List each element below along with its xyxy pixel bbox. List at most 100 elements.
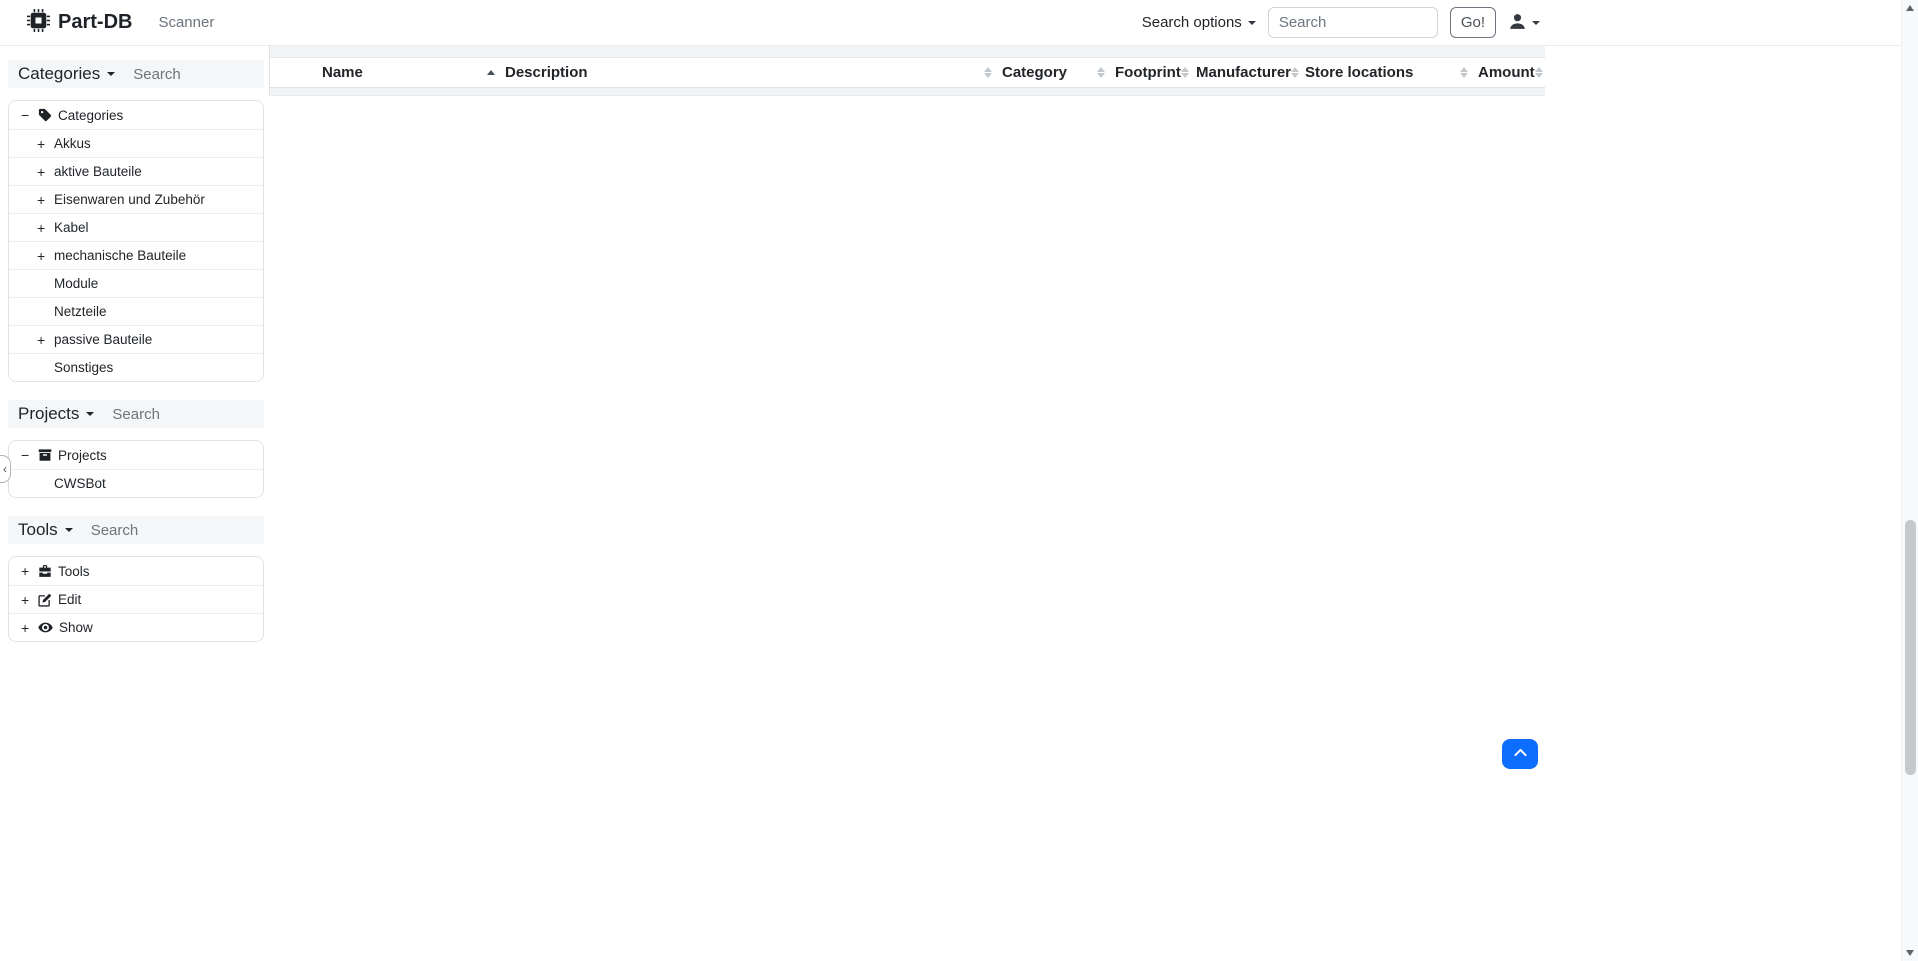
caret-down-icon xyxy=(1248,21,1256,25)
sort-desc-icon xyxy=(1097,73,1105,78)
sort-asc-icon xyxy=(1097,67,1105,72)
projects-dropdown-button[interactable]: Projects xyxy=(18,404,94,424)
column-header-category[interactable]: Category xyxy=(1002,58,1115,87)
tree-expander: + xyxy=(37,248,54,264)
categories-panel-title: Categories xyxy=(18,64,100,84)
archive-icon xyxy=(38,448,52,462)
sidebar-item-akkus[interactable]: +Akkus xyxy=(9,129,263,157)
sidebar-item-passive-bauteile[interactable]: +passive Bauteile xyxy=(9,325,263,353)
thumbnail-column-header xyxy=(292,58,322,87)
caret-down-icon xyxy=(1532,21,1540,25)
table-header-row: NameDescription Category Footprint Manufact… xyxy=(270,58,1545,88)
tools-dropdown-button[interactable]: Tools xyxy=(18,520,73,540)
tree-expander: − xyxy=(21,107,38,123)
sort-desc-icon xyxy=(1291,73,1299,78)
column-header-name[interactable]: Name xyxy=(322,58,505,87)
go-button[interactable]: Go! xyxy=(1450,7,1496,38)
sidebar-item-netzteile[interactable]: Netzteile xyxy=(9,297,263,325)
sidebar-item-edit[interactable]: +Edit xyxy=(9,585,263,613)
tree-expander: − xyxy=(21,447,38,463)
navbar: Part-DB Scanner Search options Go! xyxy=(0,0,1918,46)
projects-search-input[interactable] xyxy=(112,406,222,423)
tag-icon xyxy=(38,108,52,122)
scrollbar-thumb[interactable] xyxy=(1905,520,1916,775)
sort-icon xyxy=(1291,67,1299,79)
sort-desc-icon xyxy=(984,73,992,78)
column-header-manufacturer[interactable]: Manufacturer xyxy=(1196,58,1305,87)
table-body xyxy=(270,88,1545,96)
sidebar-item-sonstiges[interactable]: Sonstiges xyxy=(9,353,263,381)
tree-expander: + xyxy=(37,164,54,180)
sidebar: Categories−Categories+Akkus+aktive Baute… xyxy=(8,60,264,660)
caret-down-icon xyxy=(86,412,94,416)
column-header-store-locations[interactable]: Store locations xyxy=(1305,58,1478,87)
sidebar-item-label: Categories xyxy=(58,108,123,123)
sidebar-item-module[interactable]: Module xyxy=(9,269,263,297)
tools-panel-header: Tools xyxy=(8,516,264,544)
sidebar-item-cwsbot[interactable]: CWSBot xyxy=(9,469,263,497)
eye-icon xyxy=(38,620,53,635)
scroll-to-top-button[interactable] xyxy=(1502,739,1538,769)
column-header-footprint[interactable]: Footprint xyxy=(1115,58,1196,87)
sidebar-item-aktive-bauteile[interactable]: +aktive Bauteile xyxy=(9,157,263,185)
categories-search-input[interactable] xyxy=(133,66,243,83)
tools-search-input[interactable] xyxy=(91,522,201,539)
toolbox-icon xyxy=(38,564,52,578)
sort-asc-icon xyxy=(1535,67,1543,72)
navbar-right: Search options Go! xyxy=(1142,0,1540,45)
sidebar-item-eisenwaren-und-zubeh-r[interactable]: +Eisenwaren und Zubehör xyxy=(9,185,263,213)
column-header-label: Footprint xyxy=(1115,64,1181,81)
caret-down-icon xyxy=(107,72,115,76)
tools-panel-title: Tools xyxy=(18,520,58,540)
chevron-left-icon: ‹ xyxy=(3,462,7,476)
sidebar-item-label: mechanische Bauteile xyxy=(54,248,186,263)
person-icon xyxy=(1508,12,1527,34)
sidebar-item-label: aktive Bauteile xyxy=(54,164,142,179)
projects-tree: −ProjectsCWSBot xyxy=(8,440,264,498)
tools-tree: +Tools+Edit+Show xyxy=(8,556,264,642)
user-menu-button[interactable] xyxy=(1508,12,1540,34)
categories-tree: −Categories+Akkus+aktive Bauteile+Eisenw… xyxy=(8,100,264,382)
tree-expander: + xyxy=(37,220,54,236)
search-options-button[interactable]: Search options xyxy=(1142,14,1256,31)
scrollbar-up-arrow[interactable] xyxy=(1906,5,1914,11)
sort-asc-icon xyxy=(1181,67,1189,72)
column-header-label: Category xyxy=(1002,64,1067,81)
tree-expander: + xyxy=(37,332,54,348)
parts-table: NameDescription Category Footprint Manufact… xyxy=(269,46,1545,96)
sort-icon xyxy=(1097,67,1105,79)
projects-panel-header: Projects xyxy=(8,400,264,428)
sort-asc-icon xyxy=(1291,67,1299,72)
sort-icon xyxy=(984,67,992,79)
categories-dropdown-button[interactable]: Categories xyxy=(18,64,115,84)
window-scrollbar xyxy=(1901,0,1918,961)
sidebar-item-label: Netzteile xyxy=(54,304,107,319)
sidebar-item-projects[interactable]: −Projects xyxy=(9,441,263,469)
sidebar-item-label: Show xyxy=(59,620,93,635)
pencil-square-icon xyxy=(38,593,52,607)
sort-asc-icon xyxy=(487,70,495,75)
sort-icon xyxy=(1535,67,1543,79)
column-header-label: Store locations xyxy=(1305,64,1413,81)
global-search-input[interactable] xyxy=(1268,7,1438,38)
column-header-amount[interactable]: Amount xyxy=(1478,58,1544,87)
nav-item-scanner[interactable]: Scanner xyxy=(158,14,214,31)
column-header-description[interactable]: Description xyxy=(505,58,1002,87)
sidebar-item-mechanische-bauteile[interactable]: +mechanische Bauteile xyxy=(9,241,263,269)
sidebar-item-tools[interactable]: +Tools xyxy=(9,557,263,585)
tree-expander: + xyxy=(21,563,38,579)
column-header-label: Description xyxy=(505,64,588,81)
sidebar-item-label: passive Bauteile xyxy=(54,332,152,347)
sidebar-item-show[interactable]: +Show xyxy=(9,613,263,641)
cpu-icon xyxy=(27,9,50,37)
column-header-label: Amount xyxy=(1478,64,1535,81)
tree-expander: + xyxy=(37,192,54,208)
sidebar-item-kabel[interactable]: +Kabel xyxy=(9,213,263,241)
search-options-label: Search options xyxy=(1142,14,1242,31)
sidebar-item-label: Sonstiges xyxy=(54,360,113,375)
collapse-sidebar-handle[interactable]: ‹ xyxy=(0,455,11,483)
sidebar-item-categories[interactable]: − Categories xyxy=(9,101,263,129)
sort-asc-icon xyxy=(984,67,992,72)
app-brand[interactable]: Part-DB xyxy=(27,9,132,37)
scrollbar-down-arrow[interactable] xyxy=(1906,950,1914,956)
